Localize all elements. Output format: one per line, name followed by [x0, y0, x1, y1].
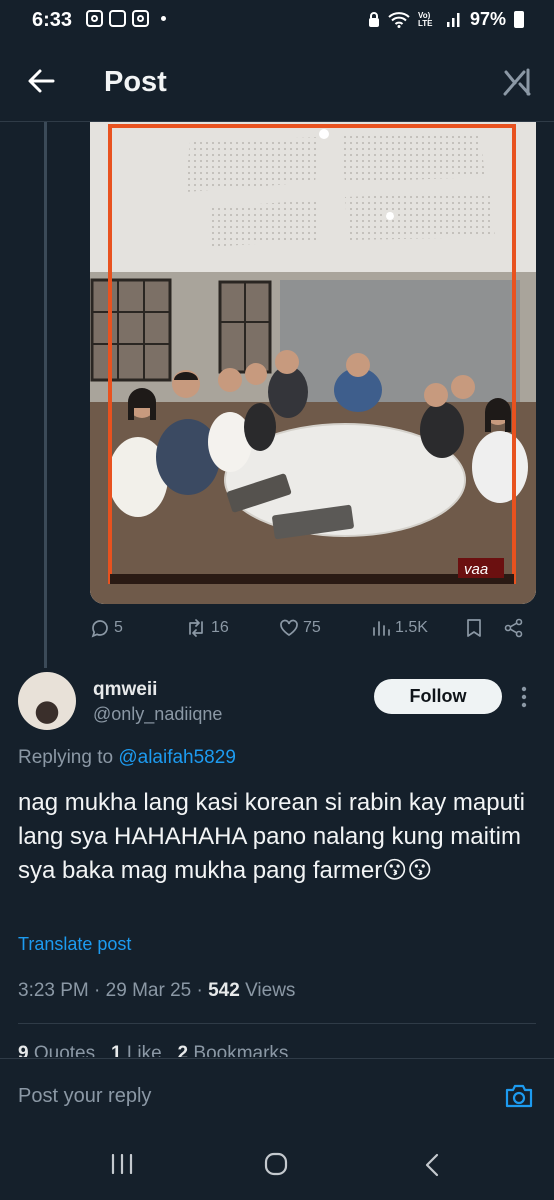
follow-button[interactable]: Follow: [374, 679, 502, 714]
post-metadata: 3:23 PM · 29 Mar 25 · 542 Views: [18, 980, 295, 1002]
avatar[interactable]: [18, 672, 76, 730]
battery-icon: [514, 11, 524, 28]
like-count: 75: [303, 619, 321, 636]
more-notifications-dot: [161, 16, 166, 21]
translate-post-link[interactable]: Translate post: [18, 934, 131, 955]
post-time: 3:23 PM: [18, 980, 89, 1001]
system-back-icon[interactable]: [424, 1153, 440, 1177]
repost-count: 16: [211, 619, 229, 636]
page-title: Post: [104, 66, 167, 98]
post-date: 29 Mar 25: [105, 980, 192, 1001]
reply-input[interactable]: Post your reply: [18, 1085, 151, 1108]
home-icon[interactable]: [264, 1152, 288, 1176]
post-views-label: Views: [245, 980, 296, 1001]
bookmark-icon: [467, 619, 481, 637]
replying-to: Replying to @alaifah5829: [18, 747, 236, 769]
post-photo[interactable]: vaa: [90, 122, 536, 604]
divider: [18, 1023, 536, 1024]
like-action[interactable]: 75: [279, 618, 321, 638]
views-action[interactable]: 1.5K: [371, 618, 428, 638]
display-name[interactable]: qmweii: [93, 679, 157, 701]
camera-icon[interactable]: [504, 1083, 534, 1109]
post-text: nag mukha lang kasi korean si rabin kay …: [18, 789, 525, 884]
watermark-logo: vaa: [464, 561, 488, 578]
views-count: 1.5K: [395, 619, 428, 636]
heart-icon: [280, 619, 298, 637]
replying-to-mention[interactable]: @alaifah5829: [118, 747, 236, 768]
views-chart-icon: [373, 621, 390, 636]
quotes-stat[interactable]: 9 Quotes: [18, 1043, 95, 1057]
meta-separator: ·: [94, 980, 106, 1001]
reply-count: 5: [114, 619, 123, 636]
reply-icon: [91, 620, 108, 638]
lte-indicator: Vo) LTE: [417, 10, 433, 28]
top-app-bar: Post: [0, 44, 554, 122]
system-navigation-bar: [0, 1128, 554, 1200]
share-action[interactable]: [504, 618, 524, 638]
replying-prefix: Replying to: [18, 747, 114, 768]
reply-composer[interactable]: Post your reply: [0, 1058, 554, 1128]
thread-connector: [44, 122, 47, 668]
instagram-icon: [86, 10, 103, 27]
repost-action[interactable]: 16: [185, 618, 229, 638]
wifi-icon: [388, 11, 410, 28]
post-views-count: 542: [208, 980, 240, 1001]
recent-apps-icon[interactable]: [110, 1154, 134, 1174]
bookmark-action[interactable]: [465, 618, 483, 638]
engagement-stats: 9 Quotes 1 Like 2 Bookmarks: [18, 1043, 288, 1057]
bookmarks-stat[interactable]: 2 Bookmarks: [178, 1043, 289, 1057]
lock-icon: [368, 11, 379, 27]
notification-icons: [86, 10, 166, 27]
meta-separator: ·: [196, 980, 209, 1001]
grok-icon[interactable]: [502, 66, 534, 98]
likes-stat[interactable]: 1 Like: [111, 1043, 162, 1057]
instagram-icon: [132, 10, 149, 27]
signal-icon: [446, 12, 460, 27]
gallery-icon: [109, 10, 126, 27]
status-right: Vo) LTE 97%: [368, 9, 524, 30]
post-actions: 5 16 75 1.5K: [90, 618, 530, 644]
reply-action[interactable]: 5: [90, 618, 123, 638]
user-handle[interactable]: @only_nadiiqne: [93, 704, 222, 725]
status-time: 6:33: [32, 9, 73, 31]
battery-percent: 97%: [469, 9, 506, 29]
back-arrow-icon[interactable]: [26, 66, 56, 96]
repost-icon: [189, 619, 203, 637]
share-icon: [504, 618, 523, 638]
more-options-icon[interactable]: [521, 686, 527, 708]
group-photo-illustration: vaa: [90, 122, 536, 604]
status-bar: 6:33 Vo) LTE 97%: [0, 0, 554, 44]
